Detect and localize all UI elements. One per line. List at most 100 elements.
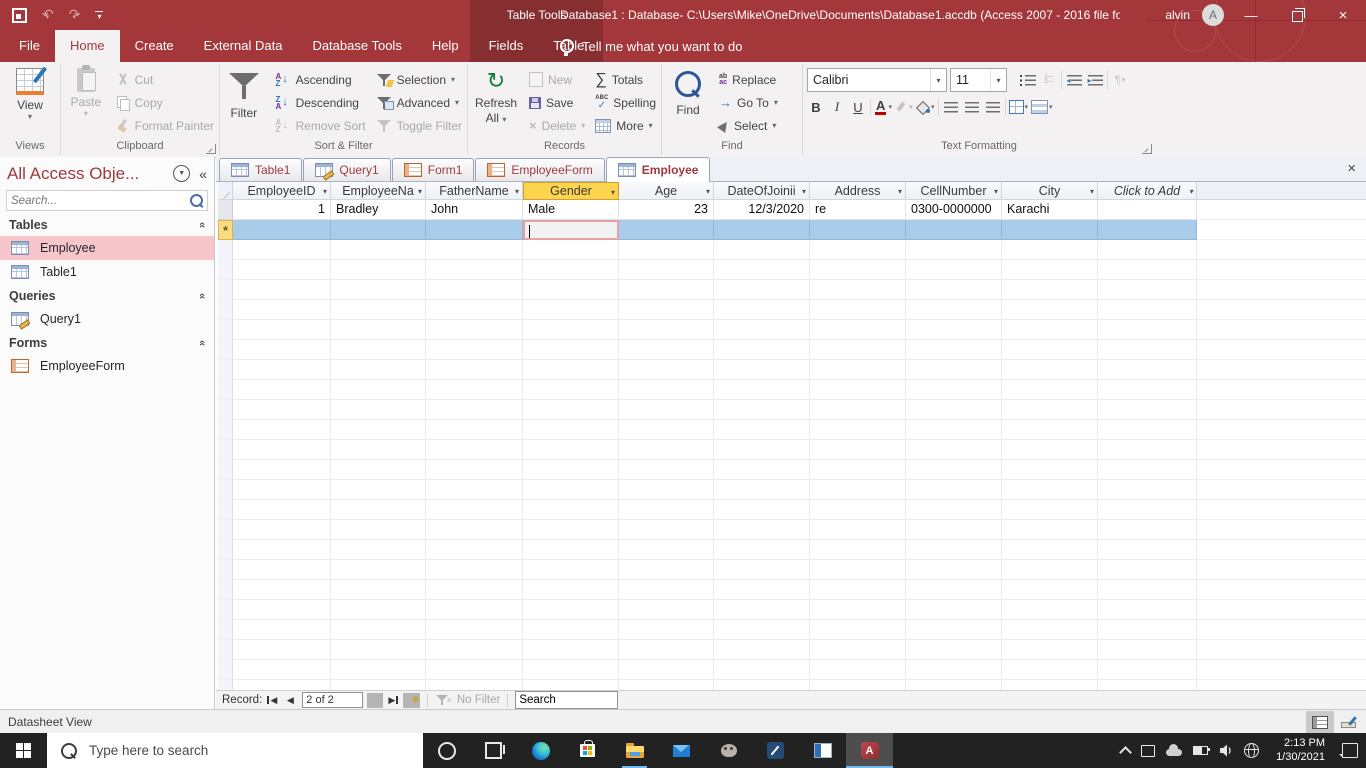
underline-button[interactable]: U (849, 97, 867, 117)
empty-cell[interactable] (714, 420, 810, 440)
empty-cell[interactable] (233, 400, 331, 420)
empty-cell[interactable] (1002, 660, 1098, 680)
align-center-button[interactable] (963, 97, 981, 117)
empty-cell[interactable] (1002, 540, 1098, 560)
empty-cell[interactable] (714, 320, 810, 340)
record-position-box[interactable]: 2 of 2 (302, 692, 364, 708)
empty-cell[interactable] (233, 420, 331, 440)
empty-cell[interactable] (331, 480, 426, 500)
empty-cell[interactable] (810, 340, 906, 360)
row-selector[interactable] (218, 360, 233, 380)
data-cell[interactable]: 12/3/2020 (714, 200, 810, 220)
empty-cell[interactable] (906, 460, 1002, 480)
empty-row[interactable] (218, 280, 1366, 300)
empty-cell[interactable] (619, 640, 714, 660)
doc-tab-form1[interactable]: Form1 (391, 158, 475, 181)
empty-cell[interactable] (1002, 400, 1098, 420)
empty-cell[interactable] (523, 460, 619, 480)
column-header-city[interactable]: City ▾ (1002, 182, 1098, 200)
empty-cell[interactable] (1098, 680, 1197, 690)
cortana-button[interactable] (423, 733, 470, 768)
row-selector[interactable] (218, 480, 233, 500)
empty-cell[interactable] (810, 640, 906, 660)
empty-cell[interactable] (331, 620, 426, 640)
empty-cell[interactable] (906, 400, 1002, 420)
replace-button[interactable]: ab ac Replace (714, 68, 783, 91)
text-direction-button[interactable]: ¶ ▾ (1111, 70, 1129, 90)
empty-cell[interactable] (906, 260, 1002, 280)
empty-cell[interactable] (331, 660, 426, 680)
empty-cell[interactable] (619, 660, 714, 680)
document-app-button[interactable] (799, 733, 846, 768)
network-globe-icon[interactable] (1244, 743, 1260, 758)
tab-help[interactable]: Help (417, 30, 474, 62)
tab-database-tools[interactable]: Database Tools (297, 30, 416, 62)
totals-button[interactable]: ∑ Totals (590, 68, 661, 91)
design-view-button[interactable] (1334, 711, 1362, 733)
empty-cell[interactable] (523, 560, 619, 580)
column-dropdown-icon[interactable]: ▾ (1189, 187, 1193, 196)
empty-cell[interactable] (1098, 640, 1197, 660)
more-button[interactable]: More ▾ (590, 114, 661, 137)
empty-cell[interactable] (714, 520, 810, 540)
empty-cell[interactable] (714, 560, 810, 580)
empty-cell[interactable] (426, 460, 523, 480)
collapse-group-icon[interactable]: « (196, 339, 208, 345)
empty-cell[interactable] (619, 580, 714, 600)
empty-cell[interactable] (1098, 500, 1197, 520)
empty-cell[interactable] (906, 540, 1002, 560)
doc-tab-query1[interactable]: Query1 (303, 158, 391, 181)
bullets-button[interactable] (1019, 70, 1037, 90)
empty-cell[interactable] (714, 580, 810, 600)
empty-cell[interactable] (523, 540, 619, 560)
empty-cell[interactable] (810, 600, 906, 620)
empty-cell[interactable] (331, 500, 426, 520)
row-selector[interactable] (218, 260, 233, 280)
empty-cell[interactable] (523, 480, 619, 500)
empty-cell[interactable] (233, 520, 331, 540)
save-record-button[interactable]: Save (524, 91, 590, 114)
empty-cell[interactable] (1098, 380, 1197, 400)
row-selector[interactable] (218, 620, 233, 640)
cut-button[interactable]: Cut (111, 68, 219, 91)
empty-cell[interactable] (523, 640, 619, 660)
empty-cell[interactable] (1002, 580, 1098, 600)
empty-cell[interactable] (523, 300, 619, 320)
empty-cell[interactable] (906, 520, 1002, 540)
remove-sort-button[interactable]: A Z ↓ Remove Sort (268, 114, 371, 137)
record-search-input[interactable] (515, 691, 619, 709)
empty-cell[interactable] (619, 560, 714, 580)
empty-cell[interactable] (619, 420, 714, 440)
empty-cell[interactable] (331, 680, 426, 690)
empty-cell[interactable] (331, 360, 426, 380)
empty-cell[interactable] (906, 360, 1002, 380)
decrease-indent-button[interactable]: ◂ (1065, 70, 1083, 90)
spelling-button[interactable]: ABC ✓ Spelling (590, 91, 661, 114)
empty-cell[interactable] (619, 500, 714, 520)
empty-cell[interactable] (810, 420, 906, 440)
access-taskbar-button[interactable]: A (846, 733, 893, 768)
empty-row[interactable] (218, 300, 1366, 320)
empty-cell[interactable] (233, 360, 331, 380)
search-icon[interactable] (190, 194, 203, 207)
empty-cell[interactable] (331, 280, 426, 300)
font-name-combo[interactable]: Calibri ▾ (807, 68, 947, 92)
nav-search-input[interactable] (7, 193, 190, 208)
empty-cell[interactable] (331, 520, 426, 540)
empty-cell[interactable] (233, 480, 331, 500)
tablet-icon[interactable] (1141, 744, 1156, 757)
nav-group-queries[interactable]: Queries « (0, 284, 214, 307)
column-dropdown-icon[interactable]: ▾ (611, 188, 615, 197)
empty-cell[interactable] (1002, 280, 1098, 300)
data-cell[interactable]: Bradley (331, 200, 426, 220)
shutter-bar-close-icon[interactable]: « (199, 166, 207, 182)
toggle-filter-button[interactable]: Toggle Filter (371, 114, 467, 137)
empty-row[interactable] (218, 520, 1366, 540)
align-left-button[interactable] (942, 97, 960, 117)
gridlines-button[interactable]: ▾ (1008, 97, 1028, 117)
data-cell[interactable] (619, 220, 714, 240)
empty-cell[interactable] (714, 400, 810, 420)
new-record-selector[interactable]: * (218, 220, 233, 240)
empty-cell[interactable] (714, 480, 810, 500)
column-dropdown-icon[interactable]: ▾ (418, 187, 422, 196)
